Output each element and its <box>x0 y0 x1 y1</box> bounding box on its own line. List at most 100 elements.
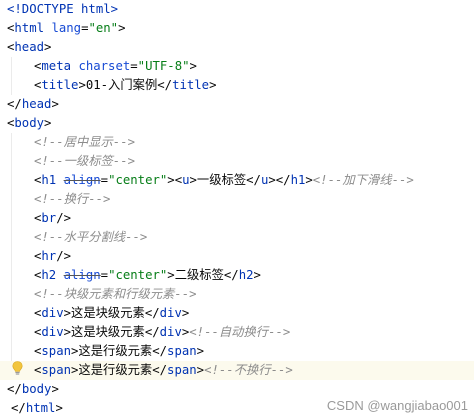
code-token: = <box>100 268 109 282</box>
code-line[interactable]: <div>这是块级元素</div><!--自动换行--> <box>0 323 474 342</box>
code-token: <!--居中显示--> <box>34 135 136 149</box>
code-token: h1 <box>290 173 306 187</box>
code-line[interactable]: <body> <box>0 114 474 133</box>
code-token: head <box>21 97 52 111</box>
code-text: <title>01-入门案例</title> <box>34 76 217 95</box>
code-token: div <box>159 306 182 320</box>
code-token: > <box>51 97 59 111</box>
code-token: </ <box>144 306 160 320</box>
code-token: > <box>78 78 86 92</box>
code-token: > <box>63 325 72 339</box>
code-token: > <box>209 78 217 92</box>
code-line[interactable]: <meta charset="UTF-8"> <box>0 57 474 76</box>
code-token: <!--换行--> <box>34 192 111 206</box>
lightbulb-icon[interactable] <box>12 361 23 375</box>
code-line[interactable]: </body> <box>0 380 474 399</box>
code-line[interactable]: <hr/> <box>0 247 474 266</box>
code-line[interactable]: <h2 align="center">二级标签</h2> <box>0 266 474 285</box>
code-text: <span>这是行级元素</span><!--不换行--> <box>34 361 293 380</box>
code-text: <div>这是块级元素</div> <box>34 304 189 323</box>
code-line[interactable]: </head> <box>0 95 474 114</box>
code-token: <!--块级元素和行级元素--> <box>34 287 197 301</box>
code-text: <div>这是块级元素</div><!--自动换行--> <box>34 323 290 342</box>
code-line[interactable]: <title>01-入门案例</title> <box>0 76 474 95</box>
code-token: <!--不换行--> <box>204 363 293 377</box>
code-token: </ <box>223 268 239 282</box>
code-line[interactable]: <div>这是块级元素</div> <box>0 304 474 323</box>
code-text: <!--一级标签--> <box>34 152 135 171</box>
code-text: <body> <box>7 114 51 133</box>
code-token: meta <box>41 59 72 73</box>
code-token: charset <box>78 59 131 73</box>
code-token: ></ <box>268 173 291 187</box>
code-text: <head> <box>7 38 51 57</box>
code-text: <span>这是行级元素</span> <box>34 342 204 361</box>
code-editor[interactable]: <!DOCTYPE html> <html lang="en"> <head> <me… <box>0 0 474 417</box>
code-token: u <box>182 173 190 187</box>
code-token: > <box>63 306 72 320</box>
code-token: > <box>189 59 197 73</box>
code-token: > <box>196 363 205 377</box>
code-token: html <box>25 401 56 415</box>
code-token: 01-入门案例 <box>85 78 158 92</box>
code-token: </ <box>11 401 26 415</box>
code-token: span <box>167 344 197 358</box>
code-token: html <box>14 21 45 35</box>
code-line[interactable]: <!--块级元素和行级元素--> <box>0 285 474 304</box>
code-line[interactable]: <head> <box>0 38 474 57</box>
code-text: </html> <box>11 399 63 418</box>
code-text: <h2 align="center">二级标签</h2> <box>34 266 261 285</box>
code-token: "center" <box>108 268 168 282</box>
code-line[interactable]: <!--水平分割线--> <box>0 228 474 247</box>
code-token: 二级标签 <box>174 268 224 282</box>
code-token: "center" <box>108 173 168 187</box>
code-token: h2 <box>238 268 254 282</box>
code-line[interactable]: <!--居中显示--> <box>0 133 474 152</box>
code-token: span <box>41 344 72 358</box>
code-token: 这是块级元素 <box>71 306 145 320</box>
code-text: </head> <box>7 95 59 114</box>
code-line[interactable]: <html lang="en"> <box>0 19 474 38</box>
code-token: div <box>41 306 64 320</box>
code-token: > <box>51 382 59 396</box>
code-token: </ <box>7 382 22 396</box>
code-token: "en" <box>88 21 119 35</box>
code-token: div <box>159 325 182 339</box>
code-token: <!--一级标签--> <box>34 154 136 168</box>
code-text: <!--块级元素和行级元素--> <box>34 285 197 304</box>
code-token: > <box>44 40 52 54</box>
code-token: lang <box>51 21 82 35</box>
code-token: > <box>253 268 261 282</box>
code-token: "UTF-8" <box>137 59 190 73</box>
code-token: title <box>172 78 210 92</box>
code-token: 这是行级元素 <box>78 344 153 358</box>
code-line[interactable]: <h1 align="center"><u>一级标签</u></h1><!--加… <box>0 171 474 190</box>
code-token: head <box>14 40 45 54</box>
code-token: 这是行级元素 <box>78 363 153 377</box>
code-line[interactable]: <br/> <box>0 209 474 228</box>
code-token: > <box>196 344 205 358</box>
code-line[interactable]: <!--换行--> <box>0 190 474 209</box>
code-token: /> <box>56 211 72 225</box>
code-token: > <box>181 306 190 320</box>
code-token: </ <box>157 78 173 92</box>
code-token: align <box>63 268 101 282</box>
code-token: </ <box>7 97 22 111</box>
code-token: > <box>189 173 197 187</box>
code-token: </ <box>246 173 261 187</box>
code-line[interactable]: <span>这是行级元素</span><!--不换行--> <box>0 361 474 380</box>
watermark: CSDN @wangjiabao001 <box>326 398 468 413</box>
code-line[interactable]: <span>这是行级元素</span> <box>0 342 474 361</box>
code-line[interactable]: <!--一级标签--> <box>0 152 474 171</box>
code-text: <!--换行--> <box>34 190 110 209</box>
code-token: 这是块级元素 <box>71 325 145 339</box>
code-token: <!--加下滑线--> <box>312 173 414 187</box>
code-line[interactable]: <!DOCTYPE html> <box>0 0 474 19</box>
code-text: <!--水平分割线--> <box>34 228 147 247</box>
code-token: /> <box>56 249 72 263</box>
code-token: > <box>305 173 313 187</box>
code-token: span <box>167 363 197 377</box>
code-text: <!--居中显示--> <box>34 133 135 152</box>
